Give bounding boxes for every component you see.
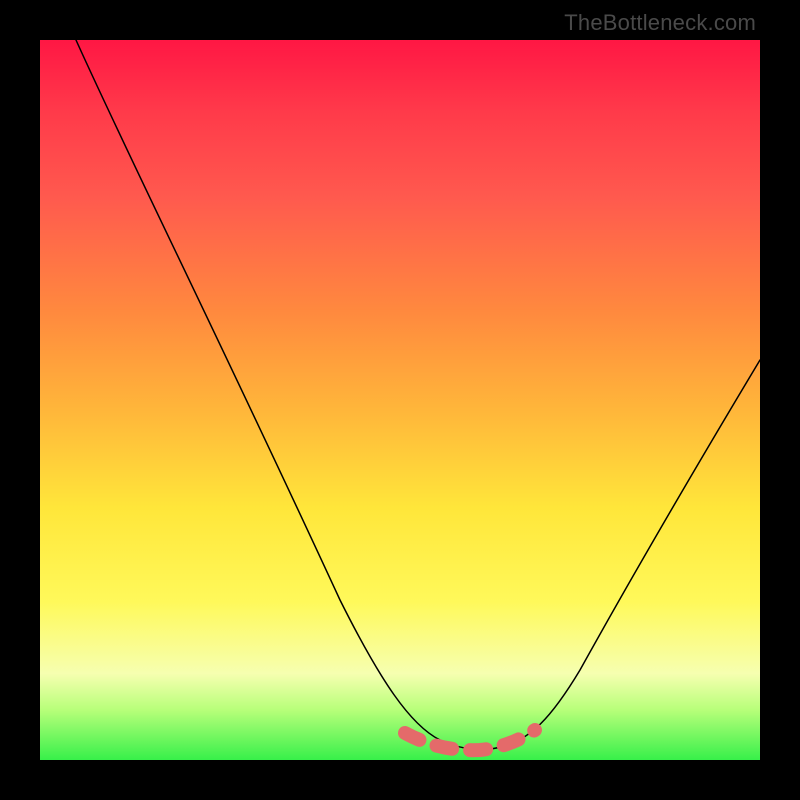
bottleneck-curve <box>76 40 760 749</box>
watermark-text: TheBottleneck.com <box>564 10 756 36</box>
plot-area <box>40 40 760 760</box>
curve-layer <box>40 40 760 760</box>
optimal-region-marker <box>405 730 535 750</box>
chart-frame: TheBottleneck.com <box>0 0 800 800</box>
